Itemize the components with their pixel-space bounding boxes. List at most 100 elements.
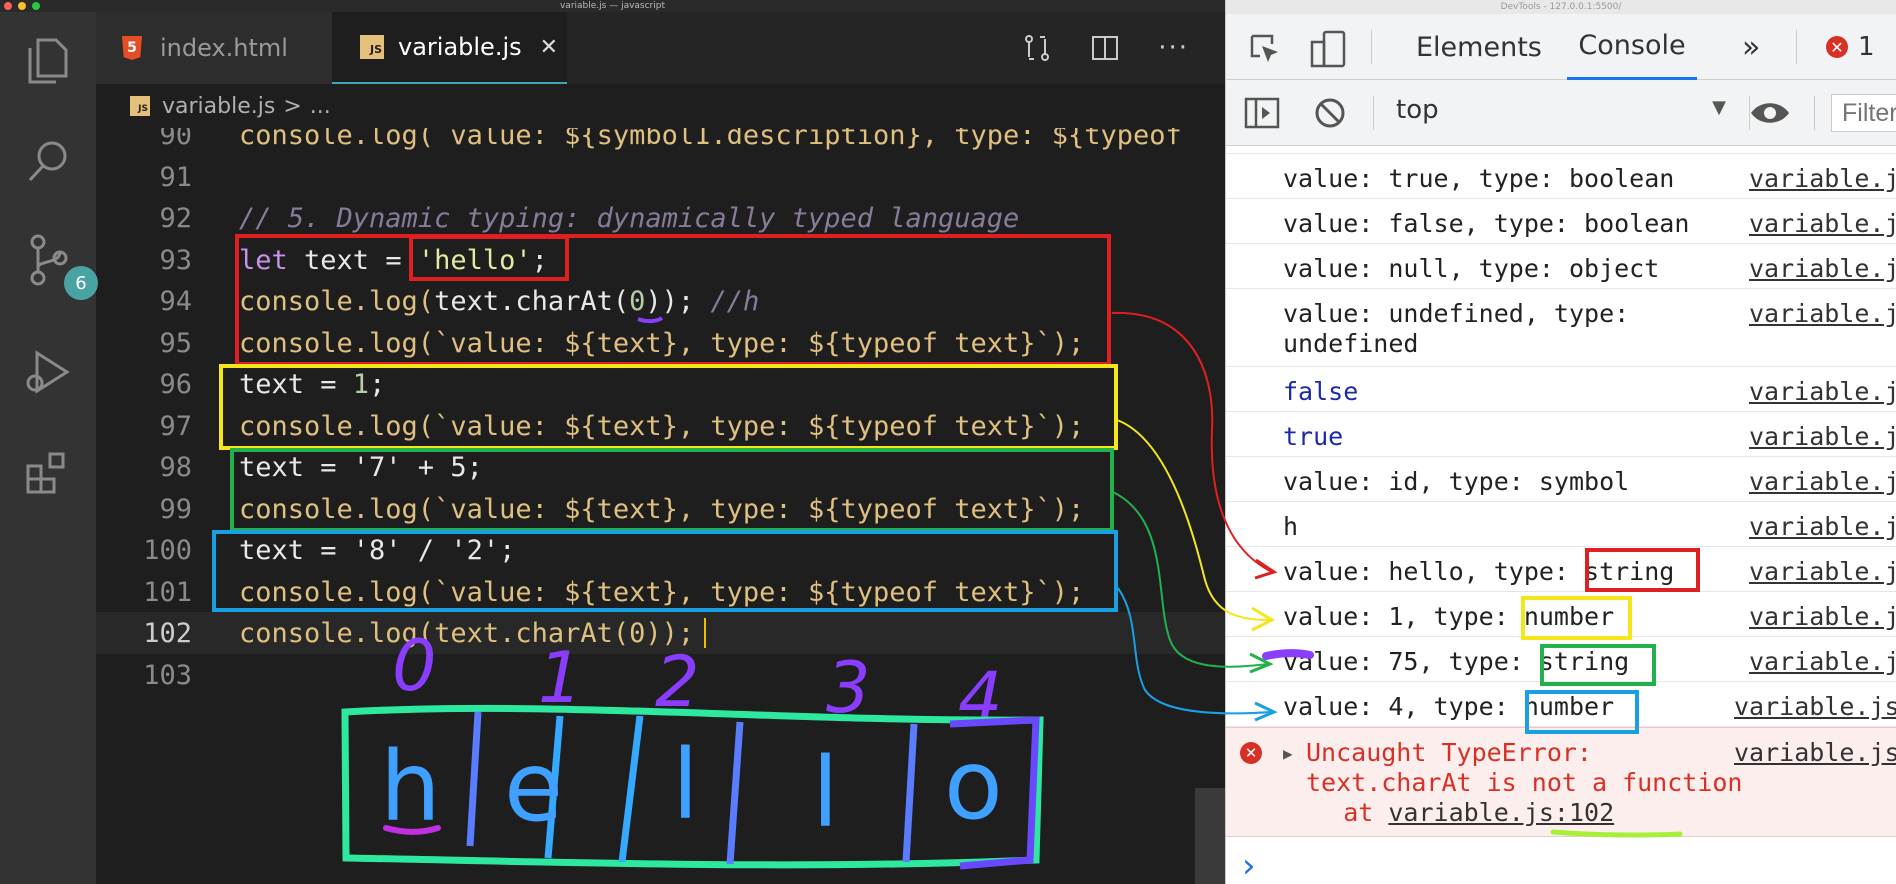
error-stack-line: at variable.js:102 (1283, 798, 1615, 827)
title-bar: variable.js — javascript (0, 0, 1225, 12)
breadcrumb-separator: > (283, 93, 302, 119)
code-editor[interactable]: 90 console.log(`value: ${symbol1.descript… (96, 128, 1225, 884)
console-message: value: null, type: object (1283, 254, 1660, 283)
code-text: console.log(text.charAt(0)); //h (239, 285, 760, 317)
more-actions-icon[interactable]: ··· (1158, 33, 1189, 63)
console-source-link[interactable]: variable.j (1749, 377, 1896, 407)
devtools-title: DevTools - 127.0.0.1:5500/ (1226, 0, 1896, 14)
console-message: value: false, type: boolean (1283, 209, 1690, 238)
console-message: false (1283, 377, 1359, 406)
console-row: true variable.j (1226, 412, 1896, 457)
breadcrumb-file[interactable]: variable.js (162, 94, 275, 119)
console-message: value: true, type: boolean (1283, 164, 1675, 193)
breadcrumb: JS variable.js > ... (96, 84, 1225, 128)
console-source-link[interactable]: variable.j (1749, 647, 1896, 677)
close-tab-icon[interactable]: ✕ (540, 35, 558, 60)
expand-triangle-icon[interactable]: ▶ (1283, 744, 1293, 763)
code-line: 93 let text = 'hello'; (96, 239, 1225, 281)
console-source-link[interactable]: variable.j (1749, 422, 1896, 452)
scrollbar-thumb[interactable] (1195, 788, 1225, 884)
line-number: 99 (159, 493, 192, 525)
code-text: console.log(text.charAt(0)); (239, 617, 695, 649)
console-row: value: true, type: boolean variable.j (1226, 154, 1896, 199)
run-debug-icon[interactable] (18, 342, 78, 402)
console-output: value: true, type: boolean variable.j valu… (1226, 146, 1896, 884)
chevron-down-icon: ▼ (1712, 97, 1726, 118)
console-source-link[interactable]: variable.js (1734, 692, 1896, 722)
console-source-link[interactable]: variable.j (1749, 254, 1896, 284)
tab-elements[interactable]: Elements (1416, 14, 1542, 80)
code-line: 91 (96, 156, 1225, 198)
divider (1373, 96, 1374, 130)
line-number: 93 (159, 244, 192, 276)
console-row: value: null, type: object variable.j (1226, 244, 1896, 289)
code-line-current: 102 console.log(text.charAt(0)); (96, 612, 1225, 654)
live-expression-eye-icon[interactable] (1748, 100, 1792, 126)
more-tabs-button[interactable]: » (1742, 14, 1760, 80)
console-filter-input[interactable] (1831, 94, 1896, 132)
error-count[interactable]: ✕ 1 (1826, 32, 1875, 62)
code-line: 101 console.log(`value: ${text}, type: ${… (96, 571, 1225, 613)
console-source-link[interactable]: variable.j (1749, 209, 1896, 239)
js-icon: JS (360, 35, 384, 59)
console-row: value: 1, type: number variable.j (1226, 592, 1896, 637)
activity-bar: 6 (0, 12, 98, 884)
device-toolbar-icon[interactable] (1310, 30, 1346, 68)
line-number: 90 (159, 128, 192, 151)
line-number: 96 (159, 368, 192, 400)
explorer-icon[interactable] (18, 30, 78, 90)
console-source-link[interactable]: variable.j (1749, 467, 1896, 497)
console-row: value: 75, type: string variable.j (1226, 637, 1896, 682)
tab-variable-js[interactable]: JS variable.js ✕ (332, 12, 567, 84)
clear-console-icon[interactable] (1314, 97, 1346, 129)
console-source-link[interactable]: variable.js (1734, 738, 1896, 768)
text-cursor (704, 618, 706, 648)
console-row: value: undefined, type: undefined variabl… (1226, 289, 1896, 367)
show-sidebar-icon[interactable] (1244, 97, 1280, 129)
code-text: text = 1; (239, 368, 386, 400)
console-source-link[interactable]: variable.j (1749, 299, 1896, 329)
line-number: 103 (143, 659, 192, 691)
extensions-icon[interactable] (18, 442, 78, 502)
source-control-icon[interactable]: 6 (18, 230, 98, 300)
code-line: 94 console.log(text.charAt(0)); //h (96, 280, 1225, 322)
code-text: console.log(`value: ${text}, type: ${typ… (239, 493, 1085, 525)
line-number: 101 (143, 576, 192, 608)
js-icon: JS (130, 96, 150, 116)
error-message: Uncaught TypeError: text.charAt is not a… (1306, 738, 1743, 797)
console-source-link[interactable]: variable.j (1749, 512, 1896, 542)
console-message: true (1283, 422, 1344, 451)
console-prompt[interactable]: › (1242, 846, 1256, 884)
error-icon: ✕ (1240, 742, 1262, 764)
editor-actions: ··· (1022, 12, 1189, 84)
breadcrumb-rest[interactable]: ... (310, 94, 331, 119)
split-editor-icon[interactable] (1090, 33, 1120, 63)
window-title: variable.js — javascript (559, 1, 666, 11)
console-source-link[interactable]: variable.j (1749, 164, 1896, 194)
console-row: value: 4, type: number variable.js (1226, 682, 1896, 727)
code-line: 97 console.log(`value: ${text}, type: ${t… (96, 405, 1225, 447)
tab-console[interactable]: Console (1567, 14, 1697, 80)
code-text: console.log(`value: ${symbol1.descriptio… (239, 128, 1182, 151)
console-toolbar: top ▼ (1226, 80, 1896, 146)
line-number: 102 (143, 617, 192, 649)
line-number: 95 (159, 327, 192, 359)
console-message: value: undefined, type: undefined (1283, 299, 1630, 358)
console-source-link[interactable]: variable.j (1749, 602, 1896, 632)
tab-index-html[interactable]: 5 index.html (96, 12, 332, 84)
search-icon[interactable] (18, 130, 78, 190)
inspect-element-icon[interactable] (1248, 32, 1282, 66)
context-value: top (1396, 95, 1439, 125)
context-select[interactable]: top ▼ (1396, 95, 1726, 131)
code-line: 99 console.log(`value: ${text}, type: ${t… (96, 488, 1225, 530)
error-stack-link[interactable]: variable.js:102 (1388, 798, 1614, 827)
code-text: console.log(`value: ${text}, type: ${typ… (239, 327, 1085, 359)
console-row: h variable.j (1226, 502, 1896, 547)
compare-changes-icon[interactable] (1022, 33, 1052, 63)
console-message: value: hello, type: string (1283, 557, 1675, 586)
console-row: value: hello, type: string variable.j (1226, 547, 1896, 592)
tab-label: index.html (160, 34, 288, 62)
console-source-link[interactable]: variable.j (1749, 557, 1896, 587)
scm-badge: 6 (64, 266, 98, 300)
console-message: value: 75, type: string (1283, 647, 1630, 676)
